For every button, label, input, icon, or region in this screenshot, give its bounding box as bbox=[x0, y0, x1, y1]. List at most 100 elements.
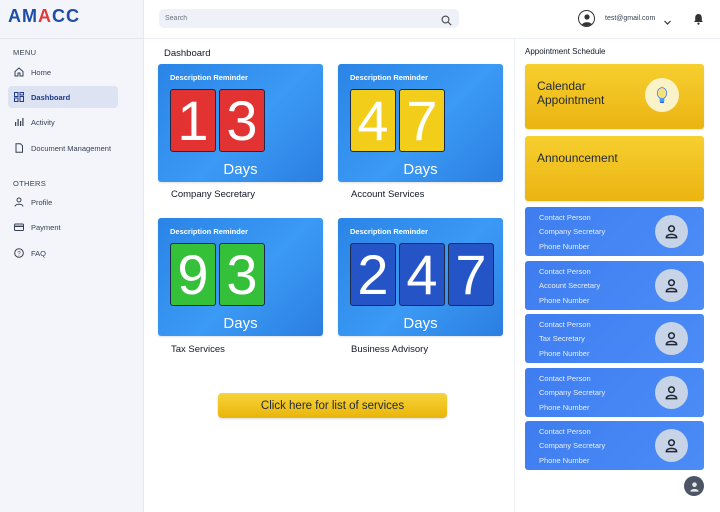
contact-phone-label: Phone Number bbox=[539, 456, 590, 465]
sidebar-item-document-management[interactable]: Document Management bbox=[8, 137, 118, 159]
others-heading: OTHERS bbox=[13, 179, 47, 188]
sidebar-item-dashboard[interactable]: Dashboard bbox=[8, 86, 118, 108]
sidebar-item-label: Home bbox=[31, 67, 52, 77]
sidebar-item-faq[interactable]: ? FAQ bbox=[8, 242, 118, 264]
digit: 7 bbox=[399, 89, 445, 152]
user-email: test@gmail.com bbox=[605, 15, 656, 22]
reminder-card-company-secretary[interactable]: Description Reminder 1 3 Days bbox=[158, 64, 323, 182]
contact-person-label: Contact Person bbox=[539, 267, 591, 276]
document-icon bbox=[14, 143, 24, 153]
user-avatar-icon bbox=[578, 10, 595, 27]
contact-card[interactable]: Contact Person Company Secretary Phone N… bbox=[525, 368, 704, 417]
sidebar-item-label: FAQ bbox=[31, 248, 47, 258]
logo-text-a: AM bbox=[8, 6, 38, 26]
calendar-appointment-card[interactable]: Calendar Appointment bbox=[525, 64, 704, 129]
lightbulb-icon bbox=[645, 78, 679, 112]
help-icon: ? bbox=[14, 248, 24, 258]
contact-card[interactable]: Contact Person Tax Secretary Phone Numbe… bbox=[525, 314, 704, 363]
calendar-appointment-label: Calendar Appointment bbox=[537, 79, 604, 107]
sidebar-item-payment[interactable]: Payment bbox=[8, 216, 118, 238]
countdown-digits: 9 3 bbox=[170, 243, 265, 306]
contact-role: Tax Secretary bbox=[539, 334, 585, 343]
logo-text-b: A bbox=[38, 6, 52, 26]
reminder-card-business-advisory[interactable]: Description Reminder 2 4 7 Days bbox=[338, 218, 503, 336]
payment-icon bbox=[14, 222, 24, 232]
days-label: Days bbox=[223, 315, 258, 332]
contact-person-label: Contact Person bbox=[539, 213, 591, 222]
sidebar-item-home[interactable]: Home bbox=[8, 61, 118, 83]
contact-phone-label: Phone Number bbox=[539, 296, 590, 305]
contact-person-label: Contact Person bbox=[539, 320, 591, 329]
activity-icon bbox=[14, 117, 24, 127]
sidebar-item-label: Activity bbox=[31, 117, 55, 127]
appointment-schedule-title: Appointment Schedule bbox=[525, 47, 606, 56]
sidebar-item-label: Payment bbox=[31, 222, 61, 232]
card-heading: Description Reminder bbox=[350, 227, 428, 236]
days-label: Days bbox=[403, 315, 438, 332]
contact-phone-label: Phone Number bbox=[539, 349, 590, 358]
person-icon bbox=[655, 376, 688, 409]
person-icon bbox=[655, 269, 688, 302]
announcement-card[interactable]: Announcement bbox=[525, 136, 704, 201]
contact-card[interactable]: Contact Person Company Secretary Phone N… bbox=[525, 421, 704, 470]
person-icon bbox=[655, 429, 688, 462]
contact-phone-label: Phone Number bbox=[539, 242, 590, 251]
sidebar-item-profile[interactable]: Profile bbox=[8, 191, 118, 213]
sidebar-item-label: Dashboard bbox=[31, 92, 71, 102]
person-icon bbox=[655, 215, 688, 248]
card-caption: Account Services bbox=[351, 189, 425, 200]
profile-icon bbox=[14, 197, 24, 207]
calendar-label-line1: Calendar bbox=[537, 79, 586, 93]
sidebar-item-activity[interactable]: Activity bbox=[8, 111, 118, 133]
digit: 4 bbox=[350, 89, 396, 152]
contact-card[interactable]: Contact Person Account Secretary Phone N… bbox=[525, 261, 704, 310]
digit: 4 bbox=[399, 243, 445, 306]
chevron-down-icon[interactable] bbox=[663, 14, 672, 25]
card-caption: Business Advisory bbox=[351, 344, 429, 355]
contact-person-label: Contact Person bbox=[539, 374, 591, 383]
sidebar-item-label: Profile bbox=[31, 197, 53, 207]
card-heading: Description Reminder bbox=[170, 73, 248, 82]
digit: 1 bbox=[170, 89, 216, 152]
days-label: Days bbox=[223, 161, 258, 178]
card-caption: Tax Services bbox=[171, 344, 225, 355]
logo-text-c: CC bbox=[52, 6, 80, 26]
contact-role: Company Secretary bbox=[539, 227, 606, 236]
card-heading: Description Reminder bbox=[350, 73, 428, 82]
divider bbox=[0, 38, 144, 39]
menu-heading: MENU bbox=[13, 48, 37, 57]
days-label: Days bbox=[403, 161, 438, 178]
card-caption: Company Secretary bbox=[171, 189, 255, 200]
countdown-digits: 4 7 bbox=[350, 89, 445, 152]
digit: 7 bbox=[448, 243, 494, 306]
countdown-digits: 1 3 bbox=[170, 89, 265, 152]
search-icon[interactable] bbox=[441, 13, 452, 26]
countdown-digits: 2 4 7 bbox=[350, 243, 494, 306]
sidebar: AMACC MENU Home Dashboard Activity Docum… bbox=[0, 0, 144, 512]
contact-role: Company Secretary bbox=[539, 388, 606, 397]
search-input[interactable] bbox=[159, 9, 459, 28]
digit: 9 bbox=[170, 243, 216, 306]
sidebar-item-label: Document Management bbox=[31, 143, 112, 153]
user-menu[interactable]: test@gmail.com bbox=[578, 9, 672, 28]
contact-card[interactable]: Contact Person Company Secretary Phone N… bbox=[525, 207, 704, 256]
digit: 3 bbox=[219, 243, 265, 306]
contact-role: Company Secretary bbox=[539, 441, 606, 450]
contact-person-label: Contact Person bbox=[539, 427, 591, 436]
logo[interactable]: AMACC bbox=[8, 6, 80, 27]
top-bar: test@gmail.com bbox=[144, 0, 720, 39]
announcement-label: Announcement bbox=[537, 151, 618, 165]
list-of-services-button[interactable]: Click here for list of services bbox=[218, 393, 447, 418]
bell-icon[interactable] bbox=[693, 12, 704, 25]
digit: 2 bbox=[350, 243, 396, 306]
contact-role: Account Secretary bbox=[539, 281, 601, 290]
person-icon bbox=[655, 322, 688, 355]
dashboard-icon bbox=[14, 92, 24, 102]
page-title: Dashboard bbox=[164, 48, 211, 59]
calendar-label-line2: Appointment bbox=[537, 93, 605, 107]
chat-icon[interactable] bbox=[684, 476, 704, 496]
reminder-card-tax-services[interactable]: Description Reminder 9 3 Days bbox=[158, 218, 323, 336]
reminder-card-account-services[interactable]: Description Reminder 4 7 Days bbox=[338, 64, 503, 182]
home-icon bbox=[14, 67, 24, 77]
digit: 3 bbox=[219, 89, 265, 152]
